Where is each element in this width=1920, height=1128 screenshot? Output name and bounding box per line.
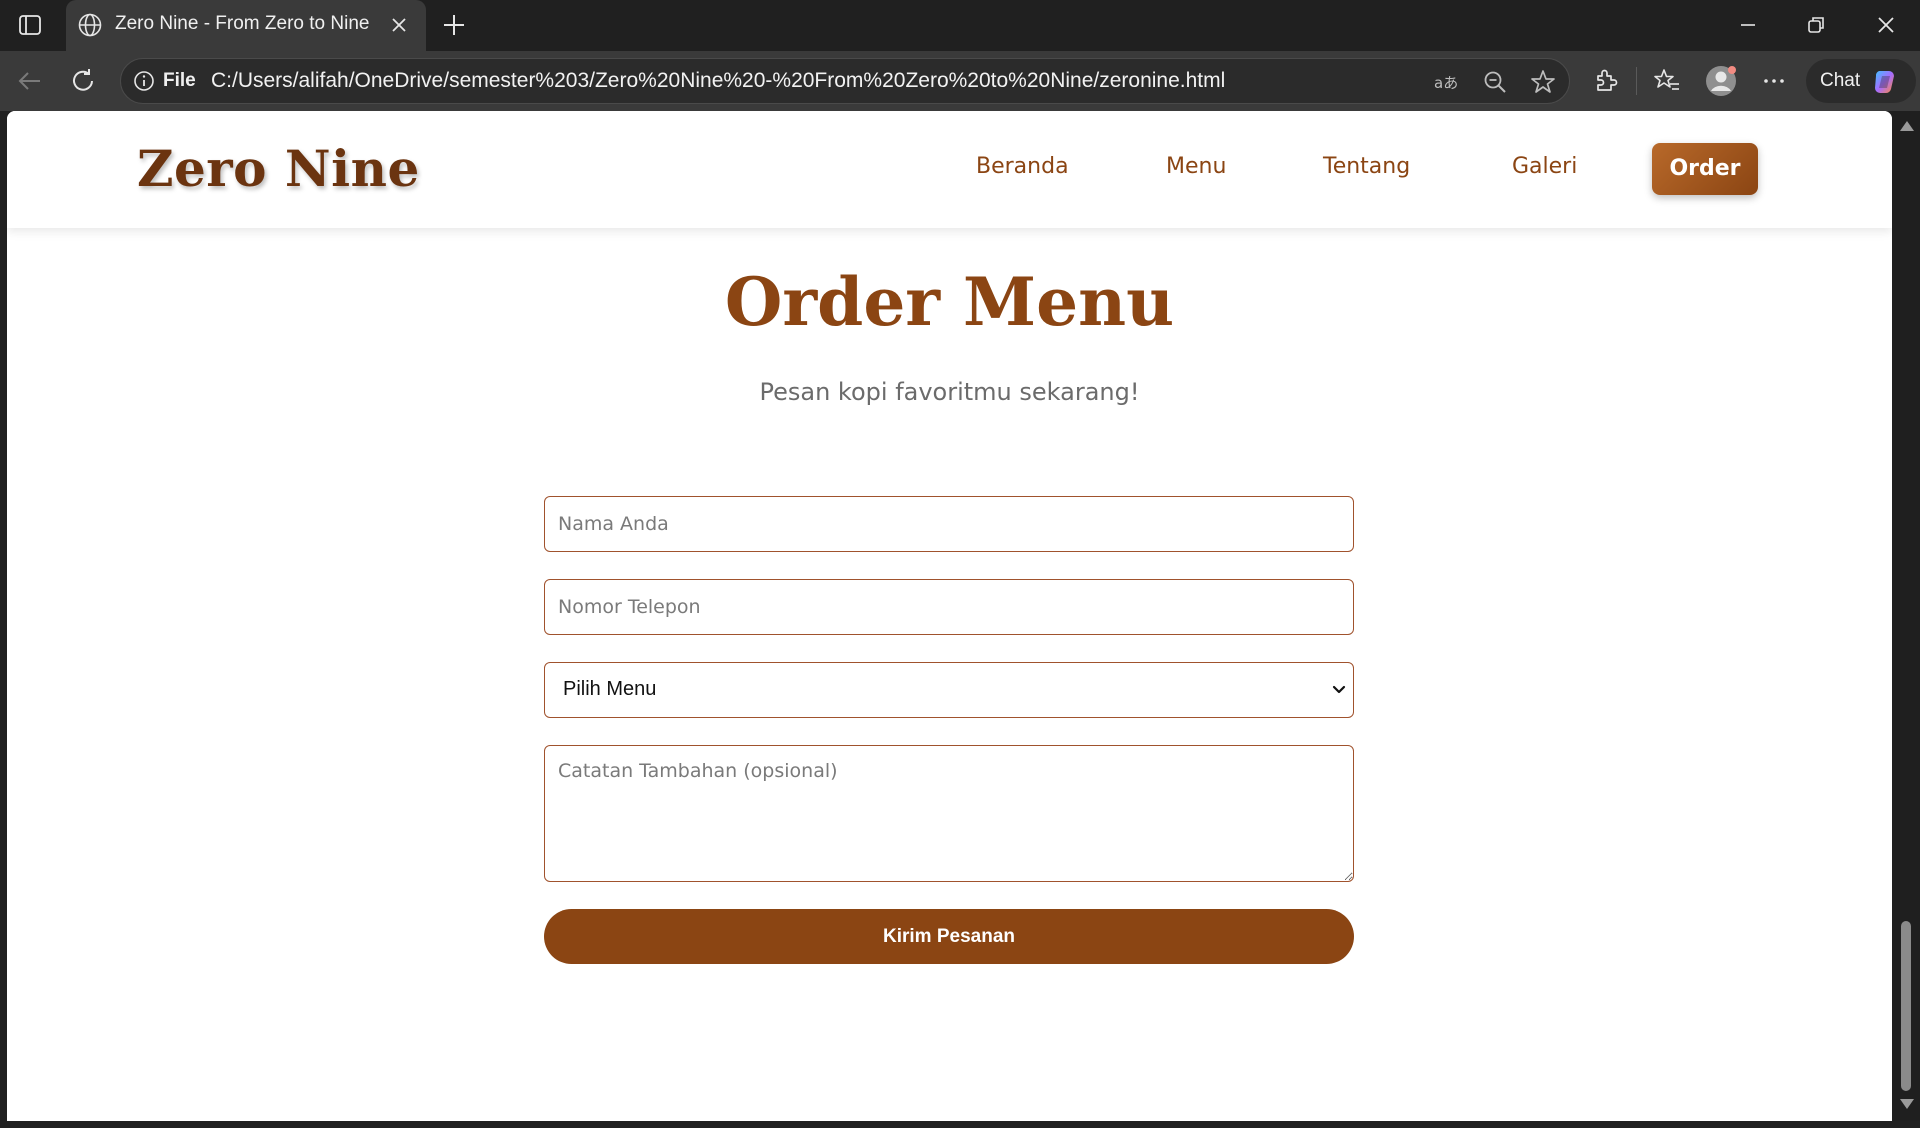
name-input[interactable] [544,496,1354,552]
site-navbar: Zero Nine Beranda Menu Tentang Galeri Or… [7,111,1892,228]
read-aloud-icon[interactable]: aあ [1431,68,1459,96]
page-subtitle: Pesan kopi favoritmu sekarang! [759,378,1140,406]
sidebar-toggle-icon[interactable] [18,13,42,37]
svg-text:aあ: aあ [1434,74,1458,92]
copilot-icon [1875,71,1894,94]
page-title: Order Menu [724,263,1175,341]
scroll-thumb[interactable] [1901,921,1911,1091]
favorites-icon[interactable] [1652,66,1682,96]
file-label: File [163,70,196,91]
page-viewport: Zero Nine Beranda Menu Tentang Galeri Or… [7,111,1892,1121]
menu-select[interactable]: Pilih Menu [544,662,1354,718]
toolbar-divider [1636,67,1637,95]
browser-toolbar: File C:/Users/alifah/OneDrive/semester%2… [0,51,1920,111]
browser-tab-active[interactable]: Zero Nine - From Zero to Nine [66,0,426,51]
globe-icon [78,13,102,37]
favorite-star-icon[interactable] [1529,68,1557,96]
site-logo[interactable]: Zero Nine [137,139,420,198]
address-bar[interactable]: File C:/Users/alifah/OneDrive/semester%2… [120,58,1570,104]
refresh-icon[interactable] [68,66,98,96]
info-icon[interactable] [133,70,155,92]
restore-icon[interactable] [1803,12,1829,38]
back-arrow-icon[interactable] [15,66,45,96]
chat-label: Chat [1820,70,1861,91]
zoom-out-icon[interactable] [1481,68,1509,96]
url-text[interactable]: C:/Users/alifah/OneDrive/semester%203/Ze… [211,69,1225,93]
tab-title: Zero Nine - From Zero to Nine [115,13,370,34]
nav-link-galeri[interactable]: Galeri [1512,154,1577,179]
extensions-icon[interactable] [1590,66,1620,96]
scroll-down-arrow-icon[interactable] [1900,1099,1914,1109]
phone-input[interactable] [544,579,1354,635]
scroll-up-arrow-icon[interactable] [1900,121,1914,131]
nav-link-menu[interactable]: Menu [1166,154,1226,179]
copilot-chat-button[interactable]: Chat [1806,59,1916,103]
submit-order-button[interactable]: Kirim Pesanan [544,909,1354,964]
close-icon[interactable] [388,14,410,36]
notes-textarea[interactable] [544,745,1354,882]
page-scrollbar[interactable] [1892,111,1920,1121]
menu-select-value: Pilih Menu [563,678,657,700]
nav-link-beranda[interactable]: Beranda [976,154,1069,179]
window-close-icon[interactable] [1873,12,1899,38]
more-options-icon[interactable] [1759,66,1789,96]
browser-titlebar: Zero Nine - From Zero to Nine [0,0,1920,51]
minimize-icon[interactable] [1735,12,1761,38]
new-tab-icon[interactable] [440,11,468,39]
profile-avatar-icon[interactable] [1704,64,1738,98]
nav-order-button[interactable]: Order [1652,143,1758,195]
nav-link-tentang[interactable]: Tentang [1323,154,1410,179]
